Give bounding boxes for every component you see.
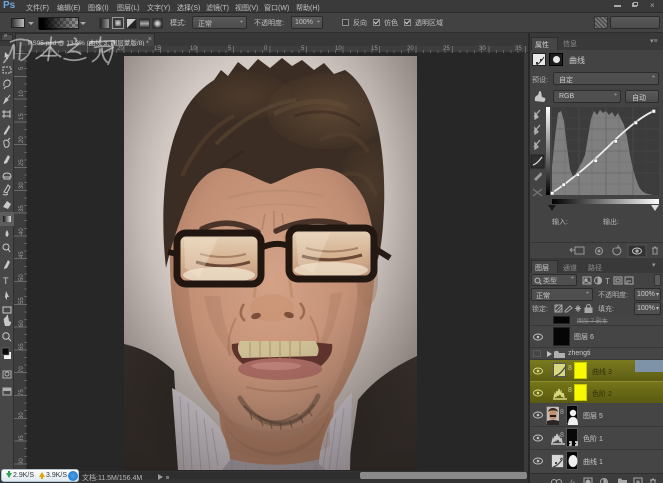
- svg-text:T: T: [3, 276, 9, 286]
- svg-text:T: T: [605, 277, 610, 285]
- svg-text:输入:: 输入:: [552, 217, 568, 226]
- svg-text:输出:: 输出:: [603, 217, 619, 226]
- svg-text:fx: fx: [570, 479, 576, 483]
